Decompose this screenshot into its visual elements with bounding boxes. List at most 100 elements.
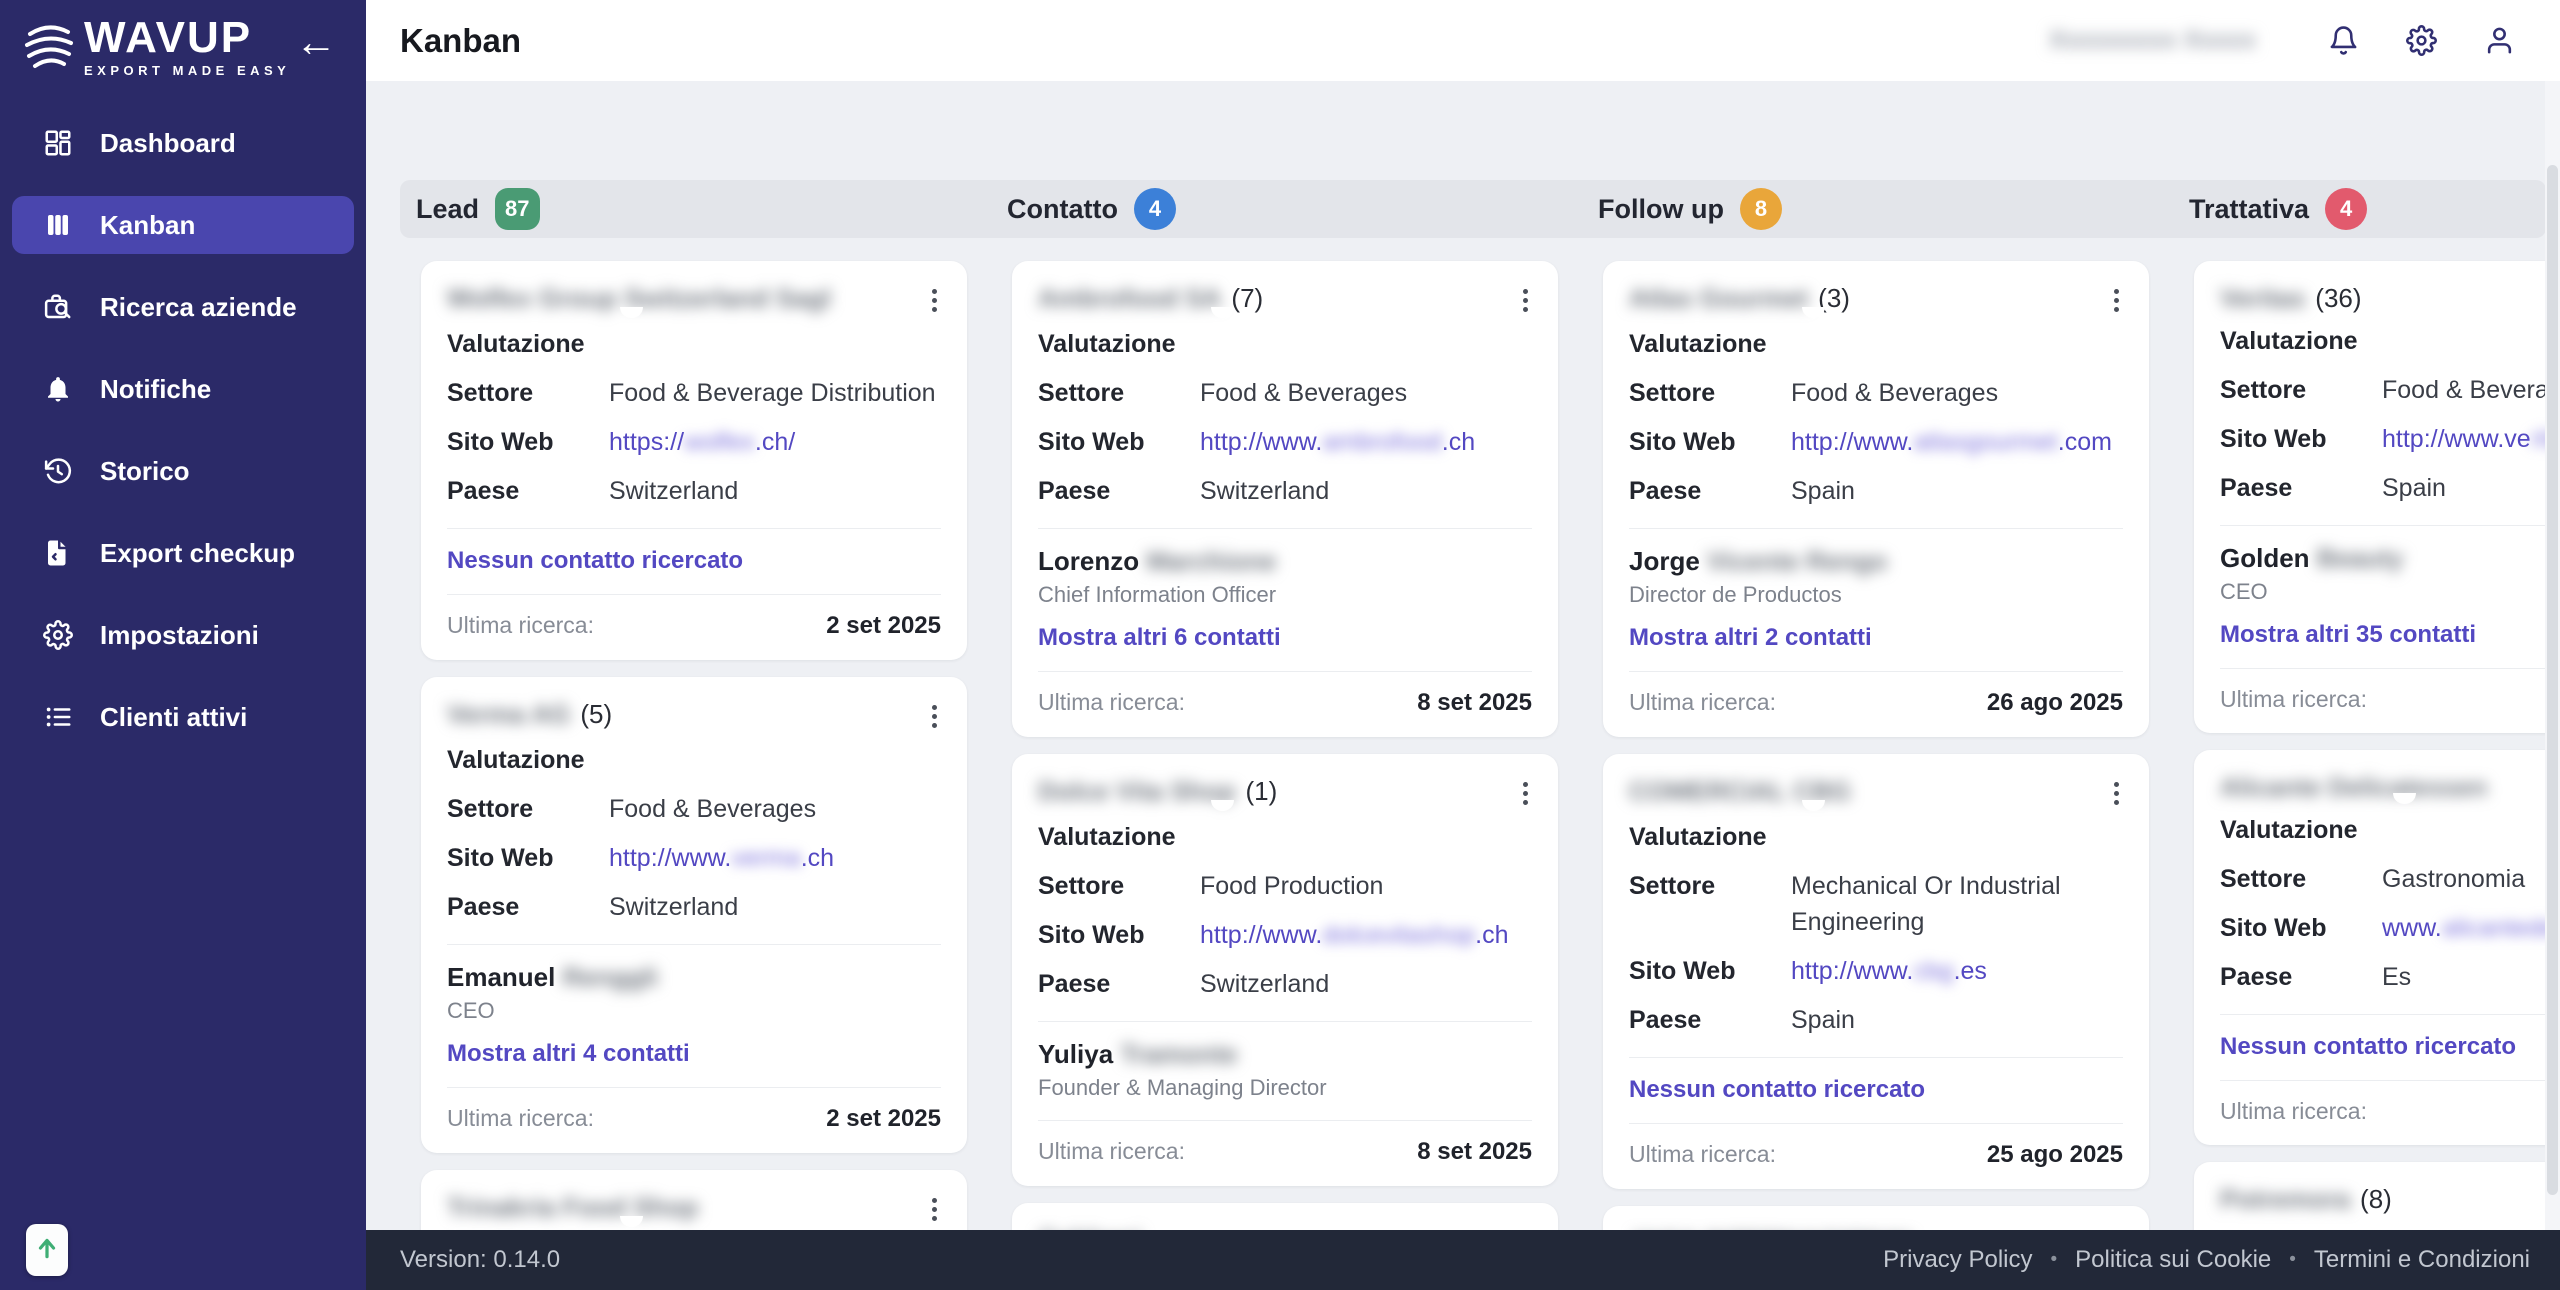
country-value: Es	[2382, 963, 2412, 991]
footer-links: Privacy Policy • Politica sui Cookie • T…	[1883, 1246, 2560, 1274]
card-menu-button[interactable]	[1519, 776, 1532, 811]
card-menu-button[interactable]	[2110, 776, 2123, 811]
sidebar-item-dashboard[interactable]: Dashboard	[0, 114, 366, 172]
sidebar-item-clienti-attivi[interactable]: Clienti attivi	[0, 688, 366, 746]
kanban-icon	[42, 209, 74, 241]
settings-gear-button[interactable]	[2404, 24, 2438, 58]
cookie-policy-link[interactable]: Politica sui Cookie	[2075, 1246, 2271, 1274]
website-link[interactable]: http://www.ambrofood.ch	[1200, 424, 1532, 460]
last-search-date: 2 set 2025	[826, 612, 941, 639]
contact-role: Director de Productos	[1629, 582, 1842, 607]
privacy-policy-link[interactable]: Privacy Policy	[1883, 1246, 2032, 1274]
show-more-contacts-link[interactable]: Mostra altri 6 contatti	[1038, 624, 1281, 652]
terms-link[interactable]: Termini e Condizioni	[2314, 1246, 2530, 1274]
field-label: Paese	[1038, 477, 1111, 505]
scrollbar-thumb[interactable]	[2547, 165, 2558, 1195]
kanban-card[interactable]: Ambrofood SA (7) Valutazione Settore Foo…	[1012, 261, 1558, 737]
website-link[interactable]: http://www.atlasgourmet.com	[1791, 424, 2123, 460]
website-link[interactable]: http://www.dolcevitashop.ch	[1200, 917, 1532, 953]
divider	[1629, 671, 2123, 672]
field-label: Sito Web	[1629, 957, 1736, 985]
divider	[447, 1087, 941, 1088]
field-label: Paese	[1629, 1006, 1702, 1034]
no-contact-link[interactable]: Nessun contatto ricercato	[1629, 1076, 1925, 1104]
contact-count: (8)	[2360, 1184, 2392, 1214]
kanban-card[interactable]: Atlas Gourmet (3) Valutazione Settore Fo…	[1603, 261, 2149, 737]
field-label: Settore	[2220, 865, 2307, 893]
divider	[447, 944, 941, 945]
website-link[interactable]: www.alicantedeli	[2382, 910, 2560, 946]
last-search-label: Ultima ricerca:	[1629, 1141, 1776, 1167]
company-name-blurred: Veritas	[2220, 283, 2306, 313]
sidebar-item-label: Clienti attivi	[100, 701, 248, 732]
card-menu-button[interactable]	[928, 283, 941, 318]
kanban-card[interactable]: JASA INTERNACIONAL (1) Valutazione	[1603, 1206, 2149, 1230]
column-title-contatto: Contatto 4	[1007, 180, 1176, 238]
field-label: Settore	[1629, 872, 1716, 900]
show-more-contacts-link[interactable]: Mostra altri 4 contatti	[447, 1040, 690, 1068]
website-link[interactable]: http://www.cbg.es	[1791, 953, 2123, 989]
last-search-label: Ultima ricerca:	[447, 612, 594, 638]
divider	[1038, 528, 1532, 529]
divider	[2220, 1014, 2560, 1015]
last-search-label: Ultima ricerca:	[1629, 689, 1776, 715]
show-more-contacts-link[interactable]: Mostra altri 2 contatti	[1629, 624, 1872, 652]
field-label: Sito Web	[447, 428, 554, 456]
globe-logo-icon	[22, 18, 76, 79]
field-label: Settore	[447, 379, 534, 407]
brand-tagline: EXPORT MADE EASY	[84, 63, 291, 78]
field-label: Sito Web	[1038, 921, 1145, 949]
card-menu-button[interactable]	[1519, 283, 1532, 318]
company-name: Trinakria Food Shop	[447, 1192, 698, 1224]
kanban-card[interactable]: Alicante Delicatessen Valutazione Settor…	[2194, 750, 2560, 1145]
kanban-card[interactable]: Veritas (36) Valutazione Settore Food & …	[2194, 261, 2560, 733]
collapse-sidebar-button[interactable]: ←	[288, 14, 344, 70]
separator-dot: •	[2289, 1249, 2296, 1270]
card-menu-button[interactable]	[2110, 283, 2123, 318]
field-label: Paese	[2220, 963, 2293, 991]
country-value: Switzerland	[1200, 970, 1330, 998]
sidebar-item-storico[interactable]: Storico	[0, 442, 366, 500]
website-link[interactable]: https://wolfex.ch/	[609, 424, 941, 460]
sidebar-item-export-checkup[interactable]: Export checkup	[0, 524, 366, 582]
country-value: Switzerland	[609, 477, 739, 505]
sidebar-item-kanban[interactable]: Kanban	[12, 196, 354, 254]
gear-icon	[2405, 25, 2437, 56]
contact-count: (7)	[1231, 283, 1264, 313]
website-link[interactable]: http://www.veritas.es	[2382, 421, 2560, 457]
scroll-to-top-button[interactable]	[26, 1224, 68, 1276]
kanban-card[interactable]: Trinakria Food Shop Valutazione Settore …	[421, 1170, 967, 1230]
sidebar-item-ricerca-aziende[interactable]: Ricerca aziende	[0, 278, 366, 336]
card-menu-button[interactable]	[928, 699, 941, 734]
kanban-card[interactable]: Potremora (8) Valutazione Settore Food &…	[2194, 1162, 2560, 1230]
company-name: Potremora (8)	[2220, 1184, 2392, 1216]
notifications-bell-button[interactable]	[2326, 24, 2360, 58]
card-menu-button[interactable]	[928, 1192, 941, 1227]
sidebar-item-impostazioni[interactable]: Impostazioni	[0, 606, 366, 664]
contact-name: Yuliya Tramonte	[1038, 1039, 1238, 1069]
no-contact-link[interactable]: Nessun contatto ricercato	[447, 547, 743, 575]
divider	[2220, 525, 2560, 526]
country-value: Spain	[1791, 477, 1855, 505]
field-label: Settore	[1038, 872, 1125, 900]
field-label: Valutazione	[447, 746, 585, 774]
vertical-scrollbar[interactable]	[2545, 81, 2560, 1230]
kanban-card[interactable]: COMERCIAL CBG Valutazione Settore Mechan…	[1603, 754, 2149, 1189]
kanban-card[interactable]: Dolce Vita Shop (1) Valutazione Settore …	[1012, 754, 1558, 1186]
sidebar-item-label: Dashboard	[100, 127, 236, 158]
show-more-contacts-link[interactable]: Mostra altri 35 contatti	[2220, 621, 2476, 649]
industry-value: Mechanical Or Industrial Engineering	[1791, 872, 2061, 936]
user-profile-button[interactable]	[2482, 24, 2516, 58]
website-link[interactable]: http://www.verma.ch	[609, 840, 941, 876]
dashboard-icon	[42, 127, 74, 159]
history-icon	[42, 455, 74, 487]
sidebar-item-notifiche[interactable]: Notifiche	[0, 360, 366, 418]
kanban-card[interactable]: Wolfex Group Switzerland Sagl Valutazion…	[421, 261, 967, 660]
brand-name: WAVUP	[84, 13, 253, 62]
company-name-blurred: Verma AG	[447, 699, 571, 729]
kanban-card[interactable]: Verma AG (5) Valutazione Settore Food & …	[421, 677, 967, 1153]
last-search-date: 8 set 2025	[1417, 1138, 1532, 1165]
kanban-card[interactable]: Gabbani (1) Valutazione	[1012, 1203, 1558, 1230]
no-contact-link[interactable]: Nessun contatto ricercato	[2220, 1033, 2516, 1061]
last-search-label: Ultima ricerca:	[2220, 686, 2367, 712]
